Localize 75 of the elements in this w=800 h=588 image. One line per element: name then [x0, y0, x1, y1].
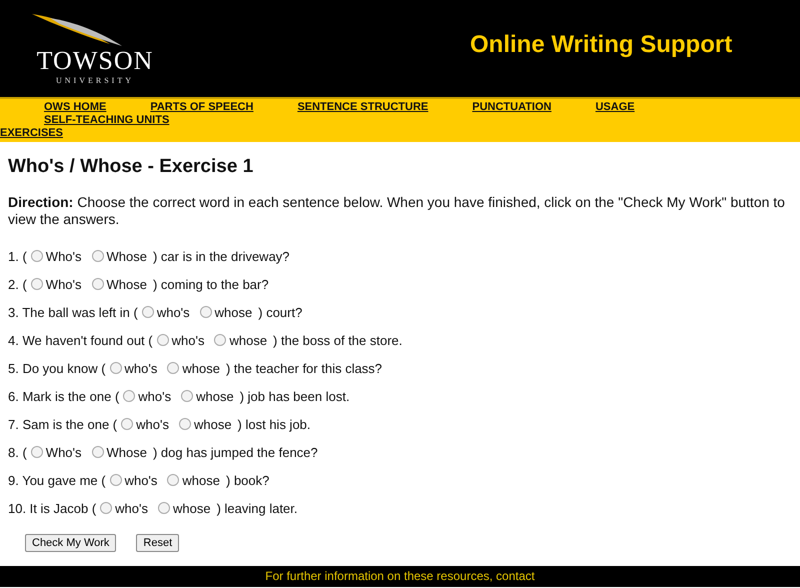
page-heading: Who's / Whose - Exercise 1 [8, 156, 254, 178]
radio-button[interactable] [30, 250, 43, 262]
radio-button[interactable] [121, 418, 134, 430]
nav-link[interactable]: PARTS OF SPEECH [150, 101, 254, 114]
radio-button[interactable] [167, 362, 180, 374]
option-label: who's [156, 304, 190, 320]
question-text: ) leaving later. [216, 500, 298, 516]
option-label: who's [138, 388, 172, 404]
radio-button[interactable] [110, 362, 122, 374]
logo-wordmark: TOWSON [36, 48, 154, 74]
radio-button[interactable] [92, 278, 104, 290]
radio-button[interactable] [200, 306, 212, 318]
question-text: ) job has been lost. [240, 388, 350, 404]
nav-link[interactable]: PUNCTUATION [472, 101, 552, 114]
question-text: ) coming to the bar? [152, 276, 269, 292]
option-label: Whose [106, 444, 147, 460]
question-text: 7. Sam is the one ( [8, 416, 118, 432]
option-label: Whose [106, 276, 147, 292]
question-text: ) dog has jumped the fence? [152, 444, 318, 460]
radio-button[interactable] [158, 502, 170, 514]
radio-button[interactable] [30, 278, 43, 290]
question-text: 3. The ball was left in ( [8, 304, 138, 320]
radio-button[interactable] [167, 474, 180, 486]
nav-link[interactable]: SENTENCE STRUCTURE [297, 101, 428, 114]
question-text: 5. Do you know ( [8, 360, 106, 376]
option-label: who's [115, 500, 148, 516]
option-label: Who's [46, 248, 82, 264]
question-text: ) court? [258, 304, 302, 320]
site-title: Online Writing Support [470, 30, 732, 58]
option-label: whose [229, 332, 268, 348]
nav-link[interactable]: SELF-TEACHING UNITS [44, 114, 170, 127]
question-text: 9. You gave me ( [8, 472, 106, 488]
option-label: whose [173, 500, 211, 516]
question-text: 6. Mark is the one ( [8, 388, 120, 404]
option-label: Who's [46, 276, 82, 292]
radio-button[interactable] [92, 446, 104, 458]
question-text: 8. ( [8, 444, 27, 460]
question-text: ) the boss of the store. [273, 332, 402, 348]
radio-button[interactable] [181, 390, 194, 402]
nav-link[interactable]: EXERCISES [0, 127, 63, 140]
radio-button[interactable] [123, 390, 136, 402]
radio-button[interactable] [110, 474, 122, 486]
nav-link[interactable]: OWS HOME [44, 101, 106, 114]
option-label: Who's [46, 444, 82, 460]
question-text: ) the teacher for this class? [226, 360, 382, 376]
radio-button[interactable] [100, 502, 112, 514]
direction-text: Direction: Choose the correct word in each sentence below. When you have finished, click on the "Check My Work" button to view the answers. [8, 194, 786, 228]
option-label: whose [214, 304, 252, 320]
form-button[interactable]: Check My Work [25, 534, 116, 552]
option-label: whose [194, 416, 232, 432]
option-label: whose [182, 360, 220, 376]
question-text: ) car is in the driveway? [152, 248, 290, 264]
radio-button[interactable] [142, 306, 154, 318]
radio-button[interactable] [178, 418, 191, 430]
option-label: Whose [106, 248, 147, 264]
radio-button[interactable] [156, 334, 169, 346]
question-text: 2. ( [8, 276, 27, 292]
option-label: whose [196, 388, 234, 404]
question-text: 4. We haven't found out ( [8, 332, 153, 348]
question-text: ) lost his job. [238, 416, 311, 432]
nav-link[interactable]: USAGE [595, 101, 635, 114]
radio-button[interactable] [214, 334, 226, 346]
question-text: ) book? [226, 472, 270, 488]
option-label: who's [172, 332, 204, 348]
radio-button[interactable] [30, 446, 43, 458]
footer-text: For further information on these resources, contact [265, 569, 535, 583]
option-label: who's [124, 360, 158, 376]
radio-button[interactable] [92, 250, 104, 262]
question-text: 10. It is Jacob ( [8, 500, 96, 516]
option-label: who's [136, 416, 169, 432]
form-button[interactable]: Reset [136, 534, 180, 552]
option-label: who's [124, 472, 158, 488]
logo-subtitle: UNIVERSITY [56, 76, 134, 85]
option-label: whose [182, 472, 220, 488]
question-text: 1. ( [8, 248, 27, 264]
